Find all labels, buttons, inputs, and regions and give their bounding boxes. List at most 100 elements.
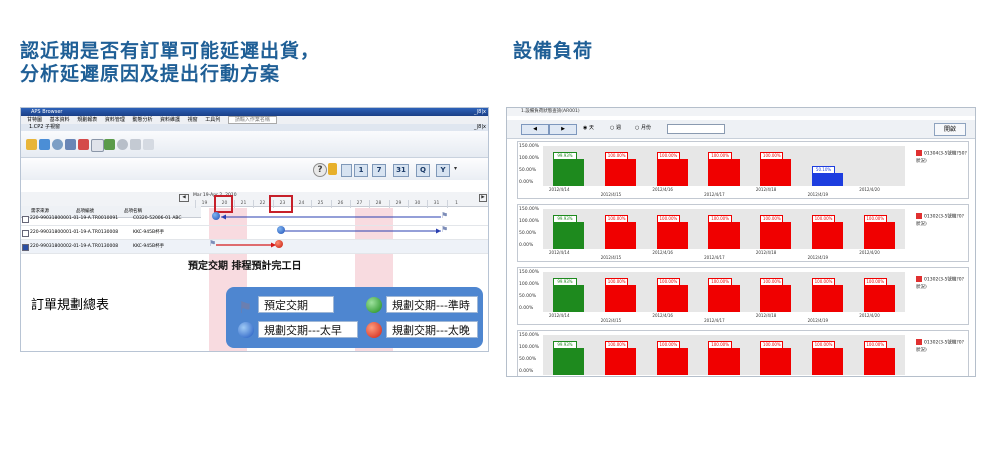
x-axis-date: 2012/4/14 [549, 376, 570, 377]
y-axis-label: 100.00% [519, 156, 540, 161]
y-axis-label: 50.00% [519, 294, 537, 299]
open-button[interactable]: 開啟 [934, 123, 966, 136]
bar-value-label: 100.00% [656, 215, 681, 224]
x-axis-date: 2012/4/15 [600, 192, 622, 197]
x-axis-date: 2012/4/18 [755, 250, 777, 255]
load-bar[interactable] [811, 172, 843, 186]
load-bar[interactable] [811, 222, 843, 249]
radio-day[interactable]: ◉ 天 [583, 124, 594, 133]
y-axis-label: 50.00% [519, 231, 537, 236]
bar-value-label: 100.00% [811, 278, 836, 287]
load-bar[interactable] [708, 285, 740, 312]
planned-flag-icon: ⚑ [238, 298, 253, 317]
date-select[interactable] [667, 124, 725, 134]
load-bar[interactable] [553, 159, 585, 186]
y-axis-label: 100.00% [519, 219, 540, 224]
legend-planned: 預定交期 [258, 296, 334, 313]
load-bar[interactable] [863, 285, 895, 312]
open-label: 開啟 [943, 126, 956, 133]
equipment-toolbar: ◀ ▶ ◉ 天 ○ 週 ○ 月份 開啟 [507, 120, 975, 139]
bar-value-label: 100.00% [656, 341, 681, 350]
legend-swatch-icon [916, 339, 922, 345]
bar-value-label: 100.00% [605, 215, 629, 224]
load-bar[interactable] [656, 285, 688, 312]
load-bar[interactable] [656, 222, 688, 249]
x-axis-date: 2012/4/20 [859, 376, 880, 377]
next-button[interactable]: ▶ [549, 124, 577, 135]
load-bar[interactable] [605, 159, 637, 186]
y-axis-label: 150.00% [519, 207, 540, 212]
x-axis-date: 2012/4/18 [755, 187, 777, 192]
y-axis-label: 0.00% [519, 243, 534, 248]
load-chart-panel: 150.00% 100.00% 50.00% 0.00% 99.93% 100.00% 10… [517, 141, 969, 199]
y-axis-label: 0.00% [519, 369, 534, 374]
gantt-annotation: 預定交期 排程預計完工日 [188, 261, 302, 272]
bar-value-label: 99.93% [553, 278, 577, 287]
load-bar[interactable] [760, 159, 792, 186]
x-axis-date: 2012/4/14 [549, 313, 570, 318]
y-axis-label: 0.00% [519, 180, 534, 185]
on-time-icon [366, 297, 382, 313]
load-bar[interactable] [605, 285, 637, 312]
load-bar[interactable] [760, 222, 792, 249]
load-bar[interactable] [553, 285, 585, 312]
radio-week[interactable]: ○ 週 [610, 124, 621, 133]
load-bar[interactable] [811, 285, 843, 312]
load-bar[interactable] [605, 222, 637, 249]
load-bar[interactable] [863, 222, 895, 249]
load-chart-panel: 150.00% 100.00% 50.00% 0.00% 99.93% 100.00% 10… [517, 267, 969, 325]
bar-value-label: 100.00% [760, 341, 784, 350]
x-axis-date: 2012/4/17 [704, 255, 725, 260]
equipment-load-window: 1.設備負荷狀態查詢(AR001) ◀ ▶ ◉ 天 ○ 週 ○ 月份 開啟 15… [506, 107, 976, 377]
load-bar[interactable] [553, 222, 585, 249]
prev-button[interactable]: ◀ [521, 124, 549, 135]
x-axis-date: 2012/4/16 [652, 250, 673, 255]
y-axis-label: 100.00% [519, 282, 540, 287]
chart-legend: 01302(3-5號機?0?狀況) [916, 276, 968, 291]
load-bar[interactable] [656, 348, 688, 375]
legend-series-name: 01304(3-5號機?50?狀況) [916, 151, 967, 164]
load-bar[interactable] [863, 348, 895, 375]
load-bar[interactable] [708, 159, 740, 186]
planned-early-marker-icon[interactable] [277, 226, 285, 234]
load-bar[interactable] [760, 348, 792, 375]
heading-equipment-load: 設備負荷 [513, 40, 594, 62]
legend-series-name: 01302(3-5號機?0?狀況) [916, 214, 965, 227]
load-bar[interactable] [811, 348, 843, 375]
bar-value-label: 100.00% [811, 341, 836, 350]
legend-series-name: 01302(3-5號機?0?狀況) [916, 340, 965, 353]
plot-area: 99.93% 100.00% 100.00% 100.00% 100.00% 100.00… [543, 272, 905, 312]
planned-flag-icon[interactable]: ⚑ [441, 211, 448, 220]
load-bar[interactable] [605, 348, 637, 375]
load-bar[interactable] [553, 348, 585, 375]
planned-flag-icon[interactable]: ⚑ [441, 225, 448, 234]
bar-value-label: 100.00% [811, 215, 836, 224]
load-bar[interactable] [708, 222, 740, 249]
load-bar[interactable] [656, 159, 688, 186]
planned-early-marker-icon[interactable] [212, 212, 220, 220]
y-axis-label: 150.00% [519, 270, 540, 275]
radio-month-label: 月份 [640, 125, 651, 131]
chart-legend: 01302(3-5號機?0?狀況) [916, 213, 968, 228]
planned-late-marker-icon[interactable] [275, 240, 283, 248]
y-axis-label: 100.00% [519, 345, 540, 350]
late-icon [366, 322, 382, 338]
aps-browser-window: APS Browser _|8|x 甘特圖 基本資料 規劃報表 資料管理 動態分… [20, 107, 489, 352]
load-bar[interactable] [760, 285, 792, 312]
bar-value-label: 99.93% [553, 341, 577, 350]
planned-flag-icon[interactable]: ⚑ [209, 239, 216, 248]
radio-month[interactable]: ○ 月份 [635, 124, 651, 133]
load-bar[interactable] [708, 348, 740, 375]
x-axis-date: 2012/4/18 [756, 376, 777, 377]
x-axis-date: 2012/4/19 [807, 318, 829, 323]
bar-value-label: 50.10% [811, 165, 836, 174]
x-axis-date: 2012/4/15 [600, 318, 622, 323]
y-axis-label: 50.00% [519, 357, 537, 362]
chart-legend: 01302(3-5號機?0?狀況) [916, 339, 968, 354]
bar-value-label: 100.00% [605, 341, 629, 350]
x-axis-date: 2012/4/14 [549, 250, 570, 255]
order-plan-summary-label: 訂單規劃總表 [31, 298, 110, 313]
legend-late: 規劃交期---太晚 [386, 321, 478, 338]
y-axis-label: 150.00% [519, 333, 540, 338]
heading-line-2: 分析延遲原因及提出行動方案 [20, 63, 281, 85]
